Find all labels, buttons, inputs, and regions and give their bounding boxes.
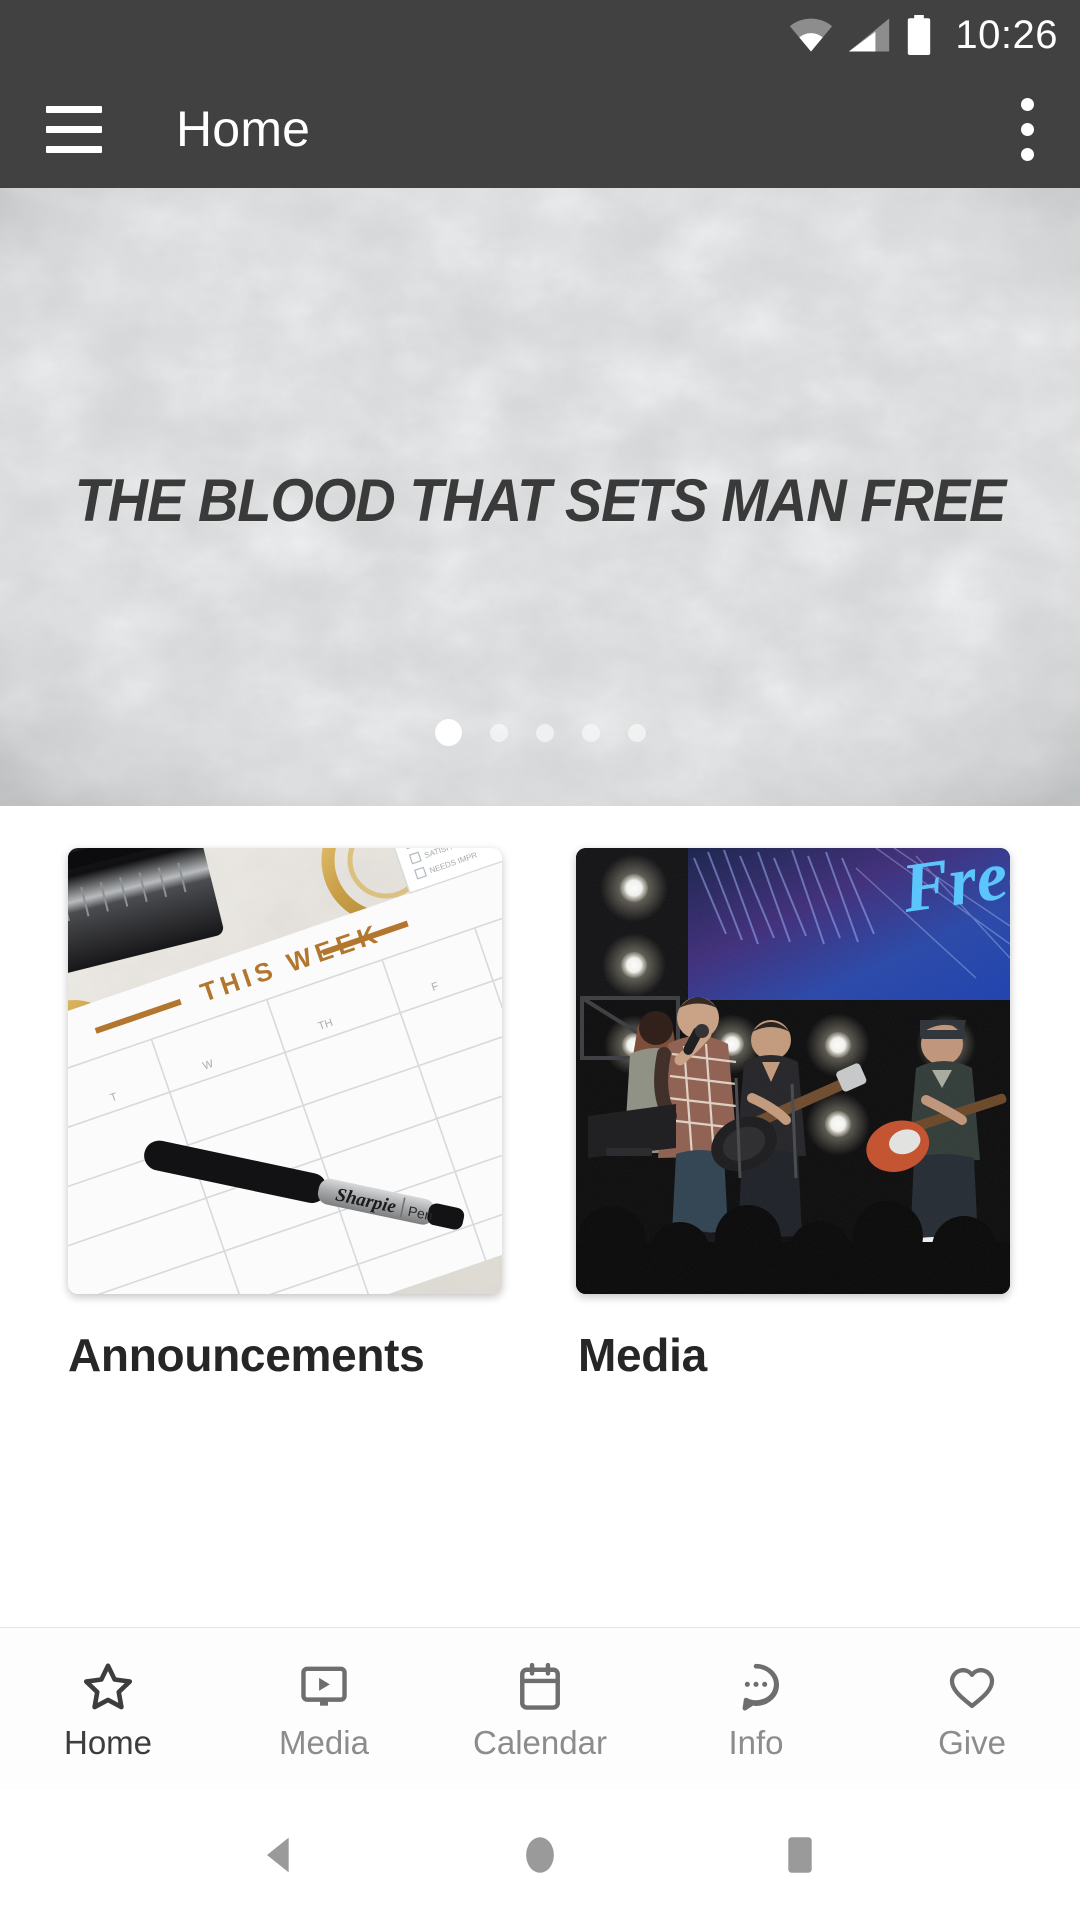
cell-signal-icon bbox=[847, 18, 891, 52]
tab-calendar[interactable]: Calendar bbox=[432, 1656, 648, 1762]
tab-label-media: Media bbox=[279, 1724, 369, 1761]
home-button[interactable] bbox=[514, 1829, 566, 1881]
calendar-icon bbox=[512, 1656, 568, 1718]
hero-title: THE BLOOD THAT SETS MAN FREE bbox=[74, 467, 1007, 534]
app-bar: Home bbox=[0, 70, 1080, 188]
carousel-dots bbox=[0, 719, 1080, 746]
status-bar-clock: 10:26 bbox=[955, 12, 1058, 57]
media-thumbnail[interactable]: Free bbox=[576, 848, 1010, 1294]
tab-label-info: Info bbox=[728, 1724, 784, 1761]
tab-label-calendar: Calendar bbox=[473, 1724, 607, 1761]
video-player-icon bbox=[295, 1656, 353, 1718]
weekly-planner-photo: THIS WEEK T W TH F END OF WEEK A bbox=[68, 848, 502, 1294]
hero-carousel[interactable]: THE BLOOD THAT SETS MAN FREE bbox=[0, 188, 1080, 806]
tab-give[interactable]: Give bbox=[864, 1656, 1080, 1762]
recents-button[interactable] bbox=[774, 1829, 826, 1881]
android-system-nav bbox=[0, 1790, 1080, 1920]
hamburger-menu-icon[interactable] bbox=[46, 105, 102, 153]
card-label-media: Media bbox=[578, 1329, 707, 1381]
card-announcements[interactable]: THIS WEEK T W TH F END OF WEEK A bbox=[0, 848, 540, 1382]
tab-media[interactable]: Media bbox=[216, 1656, 432, 1762]
carousel-dot-3[interactable] bbox=[535, 723, 554, 742]
carousel-dot-2[interactable] bbox=[489, 723, 508, 742]
chat-bubble-icon bbox=[727, 1656, 785, 1718]
worship-band-stage-photo: Free bbox=[576, 848, 1010, 1294]
carousel-dot-1[interactable] bbox=[434, 719, 462, 746]
battery-icon bbox=[905, 15, 933, 55]
star-icon bbox=[78, 1656, 138, 1718]
carousel-dot-4[interactable] bbox=[581, 723, 600, 742]
card-label-announcements: Announcements bbox=[68, 1329, 425, 1381]
card-media[interactable]: Free bbox=[540, 848, 1080, 1382]
announcements-thumbnail[interactable]: THIS WEEK T W TH F END OF WEEK A bbox=[68, 848, 502, 1294]
back-button[interactable] bbox=[254, 1829, 306, 1881]
carousel-dot-5[interactable] bbox=[627, 723, 646, 742]
status-bar: 10:26 bbox=[0, 0, 1080, 70]
tab-label-give: Give bbox=[938, 1724, 1006, 1761]
heart-icon bbox=[943, 1656, 1001, 1718]
wifi-icon bbox=[789, 18, 833, 52]
overflow-menu-icon[interactable] bbox=[1021, 97, 1034, 161]
app-root: 10:26 Home THE BLOOD THAT SETS MAN FREE … bbox=[0, 0, 1080, 1920]
card-grid: THIS WEEK T W TH F END OF WEEK A bbox=[0, 806, 1080, 1627]
tab-label-home: Home bbox=[63, 1724, 153, 1761]
tab-info[interactable]: Info bbox=[648, 1656, 864, 1762]
tab-home[interactable]: Home bbox=[0, 1656, 216, 1762]
bottom-tab-bar: Home Media Calendar Info Give bbox=[0, 1627, 1080, 1790]
page-title: Home bbox=[176, 101, 311, 157]
